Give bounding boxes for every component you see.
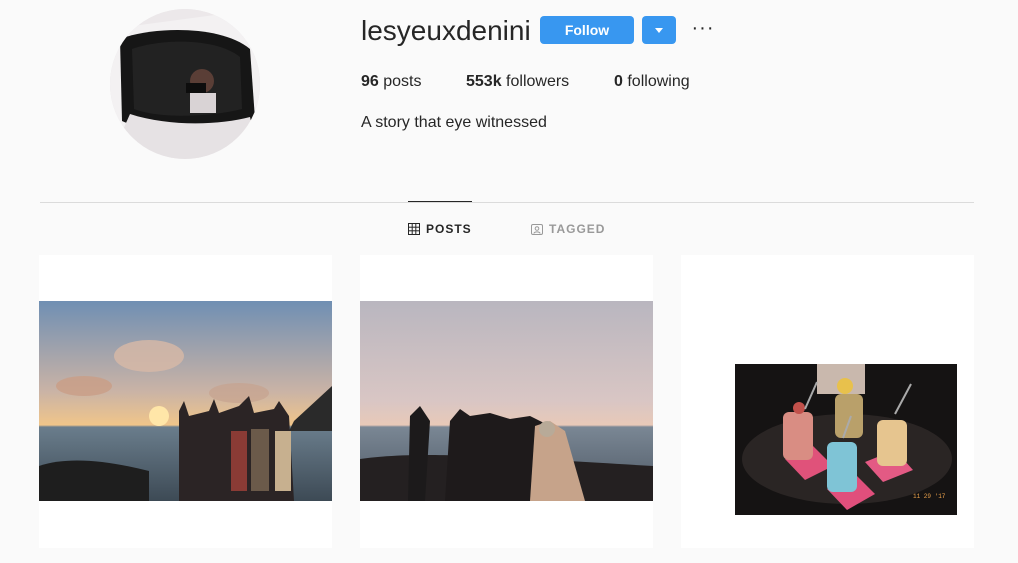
profile-username: lesyeuxdenini — [361, 15, 531, 46]
tabs-divider — [40, 202, 974, 203]
more-options-button[interactable]: ··· — [690, 14, 716, 42]
post-image-2 — [360, 301, 653, 501]
avatar-photo — [110, 9, 260, 159]
tab-tagged-label: TAGGED — [549, 222, 606, 236]
stat-posts: 96 posts — [361, 72, 422, 92]
stat-following[interactable]: 0 following — [614, 72, 690, 92]
post-image-1 — [39, 301, 332, 501]
tab-posts[interactable]: POSTS — [408, 221, 472, 237]
profile-bio: A story that eye witnessed — [361, 114, 547, 131]
grid-icon — [408, 223, 420, 235]
posts-count: 96 — [361, 73, 379, 90]
tab-posts-label: POSTS — [426, 222, 472, 236]
following-count: 0 — [614, 73, 623, 90]
chevron-down-icon — [655, 28, 663, 33]
tab-tagged[interactable]: TAGGED — [531, 221, 605, 237]
following-label: following — [627, 73, 690, 90]
profile-avatar[interactable] — [110, 9, 260, 159]
followers-count: 553k — [466, 73, 502, 90]
photo-date-stamp: 11 29 '17 — [913, 493, 946, 500]
follow-button[interactable]: Follow — [540, 16, 634, 44]
tag-user-icon — [531, 224, 543, 235]
post-image-3: 11 29 '17 — [735, 364, 957, 515]
posts-label: posts — [383, 73, 422, 90]
stat-followers[interactable]: 553k followers — [466, 72, 569, 92]
followers-label: followers — [506, 73, 570, 90]
post-colorful-drinks[interactable]: 11 29 '17 — [681, 255, 974, 548]
active-tab-indicator — [408, 201, 472, 202]
post-sunset-group-hugging[interactable] — [360, 255, 653, 548]
post-sunset-group-raised-arms[interactable] — [39, 255, 332, 548]
suggested-accounts-dropdown-button[interactable] — [642, 16, 676, 44]
